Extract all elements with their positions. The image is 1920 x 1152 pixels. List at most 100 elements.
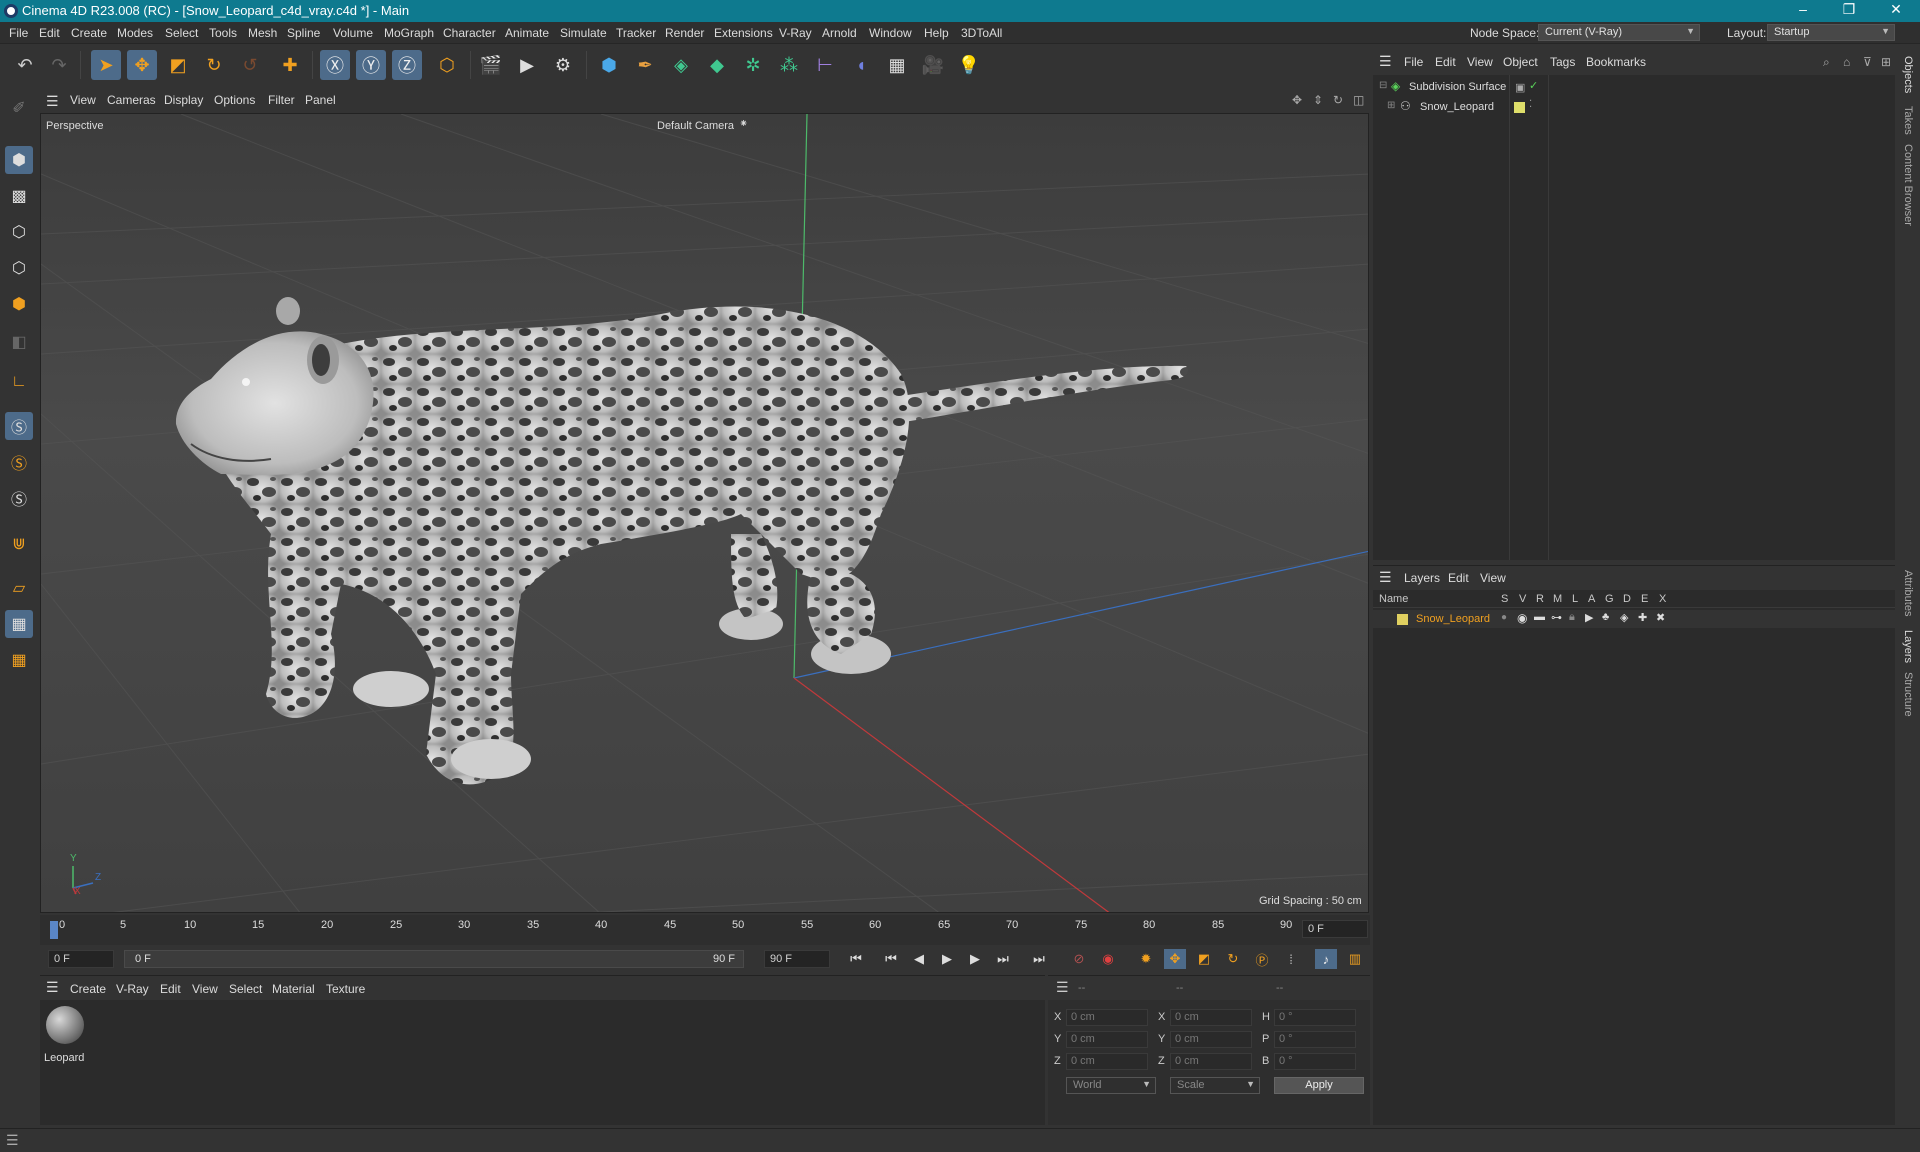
material-menu-create[interactable]: Create <box>70 982 106 996</box>
x-axis-lock-icon[interactable]: Ⓧ <box>320 50 350 80</box>
scale-icon[interactable]: ◩ <box>163 50 193 80</box>
lock-icon[interactable]: 🔒︎ <box>1569 611 1575 624</box>
tab-attributes[interactable]: Attributes <box>1902 570 1914 616</box>
rotation-h-field[interactable]: 0 ° <box>1274 1009 1356 1026</box>
position-y-field[interactable]: 0 cm <box>1066 1031 1148 1048</box>
xref-icon[interactable]: ✖ <box>1656 611 1665 624</box>
apply-button[interactable]: Apply <box>1274 1077 1364 1094</box>
hamburger-icon[interactable]: ☰ <box>1056 979 1069 996</box>
menu-select[interactable]: Select <box>165 26 198 40</box>
enabled-check-icon[interactable]: ✓ <box>1529 79 1538 92</box>
size-y-field[interactable]: 0 cm <box>1170 1031 1252 1048</box>
next-frame-icon[interactable]: ▶ <box>964 949 986 969</box>
select-cursor-icon[interactable]: ➤ <box>91 50 121 80</box>
locked-workplane-icon[interactable]: ▦ <box>5 646 33 674</box>
timeline-settings-icon[interactable]: ♪ <box>1315 949 1337 969</box>
rotation-p-field[interactable]: 0 ° <box>1274 1031 1356 1048</box>
layer-color-swatch[interactable] <box>1397 614 1408 625</box>
extrude-generator-icon[interactable]: ◆ <box>702 50 732 80</box>
field-icon[interactable]: ◖ <box>846 50 876 80</box>
transform-mode-dropdown[interactable]: Scale ▼ <box>1170 1077 1260 1094</box>
point-level-key-icon[interactable]: ⁞ <box>1280 949 1302 969</box>
object-row[interactable]: ⊟ ◈ Subdivision Surface <box>1373 79 1509 97</box>
go-to-start-icon[interactable]: ⏮ <box>845 949 867 969</box>
rotation-key-icon[interactable]: ↻ <box>1222 949 1244 969</box>
column-solo[interactable]: S <box>1501 593 1508 605</box>
material-menu-view[interactable]: View <box>192 982 218 996</box>
viewport-menu-filter[interactable]: Filter <box>268 93 295 107</box>
object-menu-tags[interactable]: Tags <box>1550 55 1575 69</box>
render-picture-viewer-icon[interactable]: ▶ <box>512 50 542 80</box>
recent-tools-icon[interactable]: ↺ <box>235 50 265 80</box>
column-render[interactable]: R <box>1536 593 1544 605</box>
next-key-icon[interactable]: ⏭ <box>992 949 1014 969</box>
parameter-key-icon[interactable]: Ⓟ <box>1251 949 1273 969</box>
column-expressions[interactable]: E <box>1641 593 1648 605</box>
close-button[interactable]: ✕ <box>1876 1 1916 18</box>
viewport-menu-options[interactable]: Options <box>214 93 255 107</box>
object-menu-edit[interactable]: Edit <box>1435 55 1456 69</box>
menu-animate[interactable]: Animate <box>505 26 549 40</box>
redo-icon[interactable]: ↷ <box>44 50 74 80</box>
menu-arnold[interactable]: Arnold <box>822 26 857 40</box>
material-menu-vray[interactable]: V-Ray <box>116 982 149 996</box>
previous-frame-icon[interactable]: ◀ <box>908 949 930 969</box>
animation-play-icon[interactable]: ▶ <box>1585 611 1593 624</box>
generator-icon[interactable]: ♣ <box>1602 611 1609 623</box>
viewport-menu-display[interactable]: Display <box>164 93 203 107</box>
material-menu-edit[interactable]: Edit <box>160 982 181 996</box>
layer-color-swatch[interactable] <box>1514 102 1525 113</box>
add-tool-icon[interactable]: ✚ <box>275 50 305 80</box>
size-z-field[interactable]: 0 cm <box>1170 1053 1252 1070</box>
go-to-end-icon[interactable]: ⏭ <box>1028 949 1050 969</box>
menu-modes[interactable]: Modes <box>117 26 153 40</box>
hamburger-icon[interactable]: ☰ <box>46 979 59 996</box>
maximize-view-icon[interactable]: ◫ <box>1353 93 1364 107</box>
uv-mode-icon[interactable]: ◧ <box>5 328 33 356</box>
object-menu-file[interactable]: File <box>1404 55 1423 69</box>
object-menu-view[interactable]: View <box>1467 55 1493 69</box>
record-keys-icon[interactable]: ⊘ <box>1068 949 1090 969</box>
expand-icon[interactable]: ⊞ <box>1387 100 1395 111</box>
playhead[interactable] <box>50 921 58 939</box>
collapse-icon[interactable]: ⊟ <box>1379 80 1387 91</box>
current-frame-field[interactable]: 0 F <box>1302 920 1368 938</box>
snap-magnet-icon[interactable]: ⋓ <box>5 530 33 558</box>
hamburger-icon[interactable]: ☰ <box>1379 53 1392 70</box>
light-bulb-icon[interactable]: 💡 <box>954 50 984 80</box>
menu-vray[interactable]: V-Ray <box>779 26 812 40</box>
scale-key-icon[interactable]: ◩ <box>1193 949 1215 969</box>
coordinate-system-icon[interactable]: ⬡ <box>432 50 462 80</box>
menu-tracker[interactable]: Tracker <box>616 26 656 40</box>
tab-takes[interactable]: Takes <box>1902 106 1914 135</box>
visibility-dots-icon[interactable]: ⁚ <box>1529 99 1532 110</box>
rotate-view-icon[interactable]: ↻ <box>1333 93 1343 107</box>
menu-create[interactable]: Create <box>71 26 107 40</box>
pan-view-icon[interactable]: ✥ <box>1292 93 1302 107</box>
layer-menu-edit[interactable]: Edit <box>1448 571 1469 585</box>
new-view-icon[interactable]: ⊞ <box>1881 55 1891 69</box>
hamburger-icon[interactable]: ☰ <box>1379 569 1392 586</box>
size-x-field[interactable]: 0 cm <box>1170 1009 1252 1026</box>
menu-mesh[interactable]: Mesh <box>248 26 277 40</box>
camera-icon[interactable]: 🎥 <box>918 50 948 80</box>
previous-key-icon[interactable]: ⏮ <box>880 949 902 969</box>
keyframe-selection-icon[interactable]: ✹ <box>1135 949 1157 969</box>
rotate-icon[interactable]: ↻ <box>199 50 229 80</box>
menu-simulate[interactable]: Simulate <box>560 26 607 40</box>
column-manager[interactable]: M <box>1553 593 1562 605</box>
column-animation[interactable]: A <box>1588 593 1595 605</box>
viewport-menu-view[interactable]: View <box>70 93 96 107</box>
start-frame-field[interactable]: 0 F <box>48 950 114 968</box>
play-icon[interactable]: ▶ <box>936 949 958 969</box>
viewport-menu-panel[interactable]: Panel <box>305 93 336 107</box>
menu-mograph[interactable]: MoGraph <box>384 26 434 40</box>
search-icon[interactable]: ⌕ <box>1823 55 1830 70</box>
tab-layers[interactable]: Layers <box>1902 630 1914 663</box>
column-visible[interactable]: V <box>1519 593 1526 605</box>
column-deformers[interactable]: D <box>1623 593 1631 605</box>
points-mode-icon[interactable]: ⬡ <box>5 218 33 246</box>
film-strip-icon[interactable]: ▥ <box>1344 949 1366 969</box>
timeline-ruler[interactable]: 0 5 10 15 20 25 30 35 40 45 50 55 60 65 … <box>40 915 1370 945</box>
tab-objects[interactable]: Objects <box>1902 56 1914 93</box>
